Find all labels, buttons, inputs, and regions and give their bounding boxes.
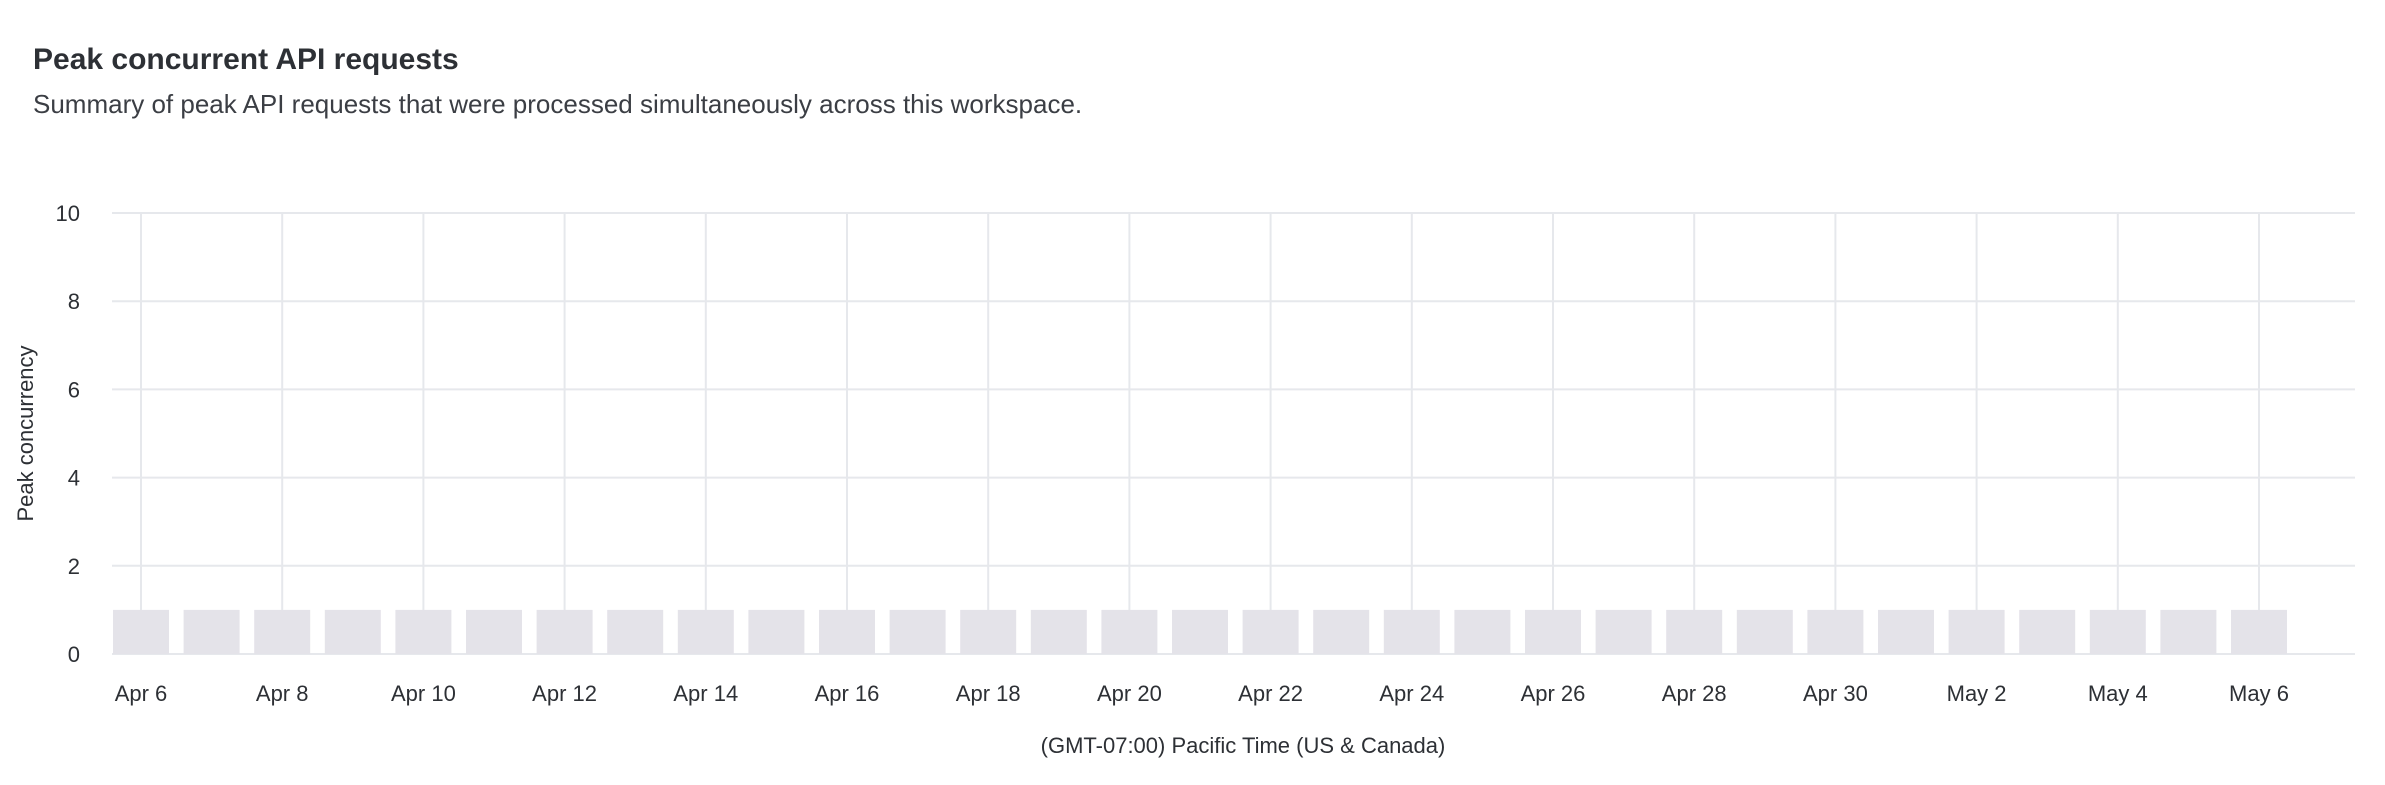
y-tick-label: 10 bbox=[56, 201, 80, 226]
x-tick-label: Apr 8 bbox=[256, 681, 309, 706]
bar[interactable] bbox=[183, 609, 240, 654]
bar[interactable] bbox=[1030, 609, 1087, 654]
y-tick-label: 0 bbox=[68, 642, 80, 667]
x-tick-label: Apr 14 bbox=[673, 681, 738, 706]
bar[interactable] bbox=[960, 609, 1017, 654]
x-tick-label: Apr 20 bbox=[1097, 681, 1162, 706]
bar[interactable] bbox=[1595, 609, 1652, 654]
x-tick-label: Apr 18 bbox=[956, 681, 1021, 706]
bar[interactable] bbox=[254, 609, 311, 654]
bar[interactable] bbox=[113, 609, 169, 654]
bar[interactable] bbox=[2089, 609, 2146, 654]
x-tick-label: May 6 bbox=[2229, 681, 2289, 706]
bar[interactable] bbox=[1242, 609, 1299, 654]
bar[interactable] bbox=[748, 609, 805, 654]
bar[interactable] bbox=[2160, 609, 2217, 654]
bar[interactable] bbox=[677, 609, 734, 654]
bar[interactable] bbox=[1878, 609, 1934, 654]
bar[interactable] bbox=[1454, 609, 1511, 654]
bar[interactable] bbox=[2231, 609, 2287, 654]
x-tick-label: Apr 12 bbox=[532, 681, 597, 706]
x-axis-title: (GMT-07:00) Pacific Time (US & Canada) bbox=[1041, 733, 1446, 758]
y-tick-label: 4 bbox=[68, 466, 80, 491]
x-tick-label: Apr 28 bbox=[1662, 681, 1727, 706]
x-tick-label: May 2 bbox=[1947, 681, 2007, 706]
x-tick-label: May 4 bbox=[2088, 681, 2148, 706]
x-tick-label: Apr 22 bbox=[1238, 681, 1303, 706]
bar[interactable] bbox=[395, 609, 452, 654]
x-tick-label: Apr 10 bbox=[391, 681, 456, 706]
bar[interactable] bbox=[1807, 609, 1864, 654]
x-tick-label: Apr 24 bbox=[1379, 681, 1444, 706]
bar[interactable] bbox=[889, 609, 946, 654]
x-tick-label: Apr 30 bbox=[1803, 681, 1868, 706]
x-tick-label: Apr 26 bbox=[1521, 681, 1586, 706]
bar[interactable] bbox=[819, 609, 875, 654]
y-tick-label: 6 bbox=[68, 377, 80, 402]
y-tick-label: 8 bbox=[68, 289, 80, 314]
bar[interactable] bbox=[324, 609, 381, 654]
bar[interactable] bbox=[1666, 609, 1723, 654]
bar[interactable] bbox=[1313, 609, 1370, 654]
peak-concurrency-chart: 0 2 4 6 8 10 Apr 6 Apr 8 Apr 10 Apr 12 Apr 14 Apr 1… bbox=[13, 201, 2355, 758]
bar[interactable] bbox=[536, 609, 593, 654]
bar[interactable] bbox=[466, 609, 522, 654]
x-tick-label: Apr 16 bbox=[815, 681, 880, 706]
x-tick-label: Apr 6 bbox=[115, 681, 168, 706]
y-axis-title: Peak concurrency bbox=[13, 345, 38, 521]
bar[interactable] bbox=[1948, 609, 2005, 654]
bar[interactable] bbox=[2019, 609, 2076, 654]
bar[interactable] bbox=[1736, 609, 1793, 654]
bar[interactable] bbox=[1383, 609, 1440, 654]
bar[interactable] bbox=[607, 609, 664, 654]
bar[interactable] bbox=[1172, 609, 1228, 654]
bar[interactable] bbox=[1101, 609, 1158, 654]
y-tick-label: 2 bbox=[68, 554, 80, 579]
bar[interactable] bbox=[1525, 609, 1581, 654]
